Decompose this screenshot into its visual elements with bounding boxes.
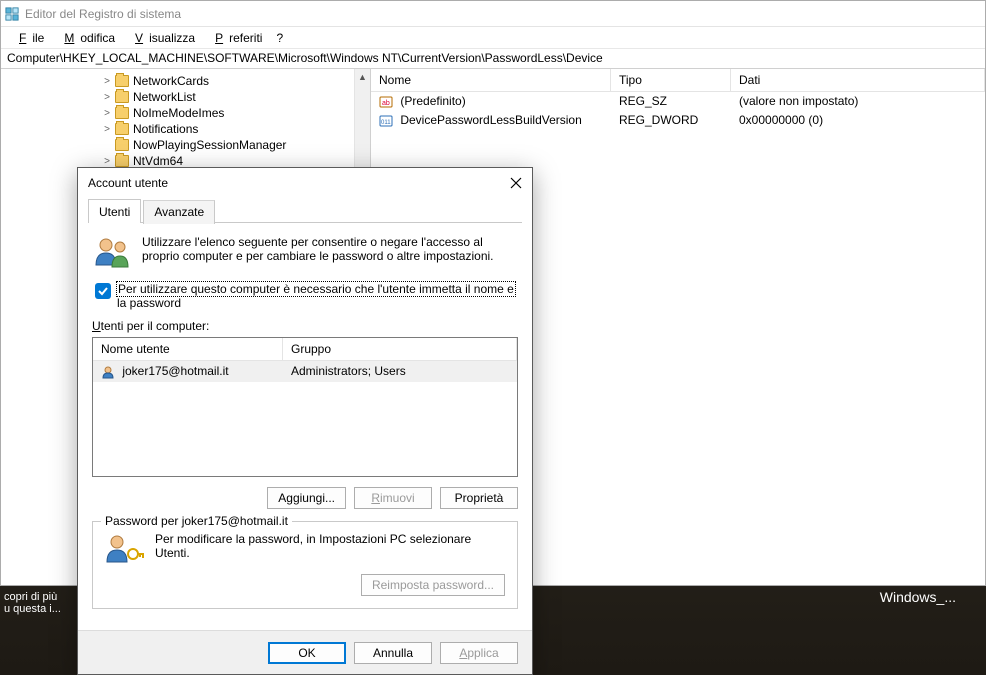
checkbox-label: Per utilizzare questo computer è necessa… xyxy=(117,282,515,310)
user-row[interactable]: joker175@hotmail.it Administrators; User… xyxy=(93,361,517,382)
cancel-button[interactable]: Annulla xyxy=(354,642,432,664)
tab-advanced[interactable]: Avanzate xyxy=(143,200,215,224)
user-listview[interactable]: Nome utente Gruppo joker175@hotmail.it A… xyxy=(92,337,518,477)
reset-password-button[interactable]: Reimposta password... xyxy=(361,574,505,596)
properties-button[interactable]: Proprietà xyxy=(440,487,518,509)
values-header: Nome Tipo Dati xyxy=(371,69,985,92)
expand-icon[interactable]: > xyxy=(101,124,113,135)
userlist-label: Utenti per il computer: xyxy=(92,319,518,333)
tree-item[interactable]: >Notifications xyxy=(101,122,370,136)
reg-sz-icon: ab xyxy=(379,95,393,109)
windows-watermark: Windows_... xyxy=(880,589,956,605)
value-row[interactable]: ab (Predefinito) REG_SZ (valore non impo… xyxy=(371,92,985,111)
regedit-menubar: File Modifica Visualizza Preferiti ? xyxy=(1,27,985,49)
dialog-footer: OK Annulla Applica xyxy=(78,630,532,674)
dialog-body: Utilizzare l'elenco seguente per consent… xyxy=(78,223,532,630)
close-icon xyxy=(510,177,522,189)
menu-help[interactable]: ? xyxy=(270,29,289,47)
tree-item[interactable]: >NetworkCards xyxy=(101,74,370,88)
folder-icon xyxy=(115,107,129,119)
intro-row: Utilizzare l'elenco seguente per consent… xyxy=(92,235,518,269)
col-username[interactable]: Nome utente xyxy=(93,338,283,360)
user-icon xyxy=(101,365,115,379)
add-button[interactable]: Aggiungi... xyxy=(267,487,346,509)
tree-item[interactable]: >NtVdm64 xyxy=(101,154,370,168)
tree-item[interactable]: >NoImeModeImes xyxy=(101,106,370,120)
intro-text: Utilizzare l'elenco seguente per consent… xyxy=(142,235,518,269)
tab-users[interactable]: Utenti xyxy=(88,199,141,223)
require-login-checkbox-row[interactable]: Per utilizzare questo computer è necessa… xyxy=(92,279,518,313)
users-icon xyxy=(92,235,132,269)
user-accounts-dialog: Account utente Utenti Avanzate Utilizzar… xyxy=(77,167,533,675)
dialog-title: Account utente xyxy=(88,176,168,190)
expand-icon[interactable]: > xyxy=(101,156,113,167)
remove-button[interactable]: Rimuovi xyxy=(354,487,432,509)
svg-text:011: 011 xyxy=(381,120,391,126)
folder-icon xyxy=(115,155,129,167)
dialog-titlebar[interactable]: Account utente xyxy=(78,168,532,198)
tree-item[interactable]: >NetworkList xyxy=(101,90,370,104)
key-icon xyxy=(105,532,145,566)
folder-icon xyxy=(115,91,129,103)
header-type[interactable]: Tipo xyxy=(611,69,731,91)
menu-edit[interactable]: Modifica xyxy=(52,29,121,47)
userlist-buttons: Aggiungi... Rimuovi Proprietà xyxy=(92,487,518,509)
svg-text:ab: ab xyxy=(382,100,390,107)
apply-button[interactable]: Applica xyxy=(440,642,518,664)
password-groupbox: Password per joker175@hotmail.it Per mod… xyxy=(92,521,518,609)
header-data[interactable]: Dati xyxy=(731,69,985,91)
folder-icon xyxy=(115,123,129,135)
folder-icon xyxy=(115,139,129,151)
reg-dword-icon: 011 xyxy=(379,114,393,128)
col-group[interactable]: Gruppo xyxy=(283,338,517,360)
tree-item[interactable]: NowPlayingSessionManager xyxy=(101,138,370,152)
scroll-up-icon[interactable]: ▲ xyxy=(355,69,370,85)
menu-view[interactable]: Visualizza xyxy=(123,29,201,47)
value-row[interactable]: 011 DevicePasswordLessBuildVersion REG_D… xyxy=(371,111,985,130)
group-text: Per modificare la password, in Impostazi… xyxy=(155,532,505,560)
header-name[interactable]: Nome xyxy=(371,69,611,91)
regedit-title: Editor del Registro di sistema xyxy=(25,7,181,21)
folder-icon xyxy=(115,75,129,87)
regedit-pathbar[interactable]: Computer\HKEY_LOCAL_MACHINE\SOFTWARE\Mic… xyxy=(1,49,985,69)
ok-button[interactable]: OK xyxy=(268,642,346,664)
desktop-tip: copri di più u questa i... xyxy=(0,591,61,615)
expand-icon[interactable]: > xyxy=(101,76,113,87)
regedit-titlebar[interactable]: Editor del Registro di sistema xyxy=(1,1,985,27)
expand-icon[interactable]: > xyxy=(101,108,113,119)
groupbox-legend: Password per joker175@hotmail.it xyxy=(101,514,292,528)
regedit-app-icon xyxy=(5,7,19,21)
menu-favorites[interactable]: Preferiti xyxy=(203,29,268,47)
userlist-header: Nome utente Gruppo xyxy=(93,338,517,361)
menu-file[interactable]: File xyxy=(7,29,50,47)
checkbox-checked-icon[interactable] xyxy=(95,283,111,299)
expand-icon[interactable]: > xyxy=(101,92,113,103)
close-button[interactable] xyxy=(506,173,526,193)
dialog-tabs: Utenti Avanzate xyxy=(88,198,522,223)
